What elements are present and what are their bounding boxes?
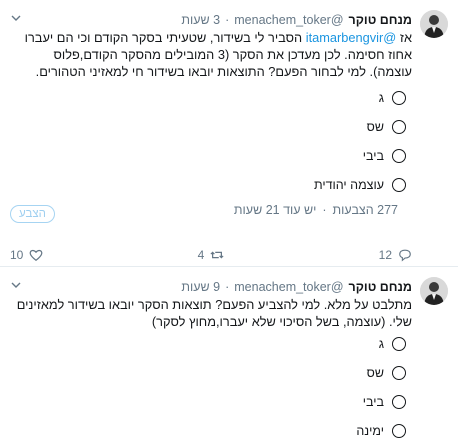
poll-option[interactable]: ג xyxy=(60,329,406,358)
tweet-header: מנחם טוקר @menachem_toker · 3 שעות xyxy=(10,12,412,28)
like-action[interactable]: 10 xyxy=(10,248,43,262)
tweet-actions: 10 4 12 xyxy=(10,246,412,264)
timestamp[interactable]: 9 שעות xyxy=(181,280,220,294)
chevron-down-icon[interactable] xyxy=(10,279,22,291)
tweet-text: אז @itamarbengvir הסביר לי בשידור, שטעית… xyxy=(10,29,412,80)
poll-option-label: ביבי xyxy=(362,394,384,409)
poll-option[interactable]: עוצמה יהודית xyxy=(60,170,406,199)
poll-option[interactable]: ביבי xyxy=(60,387,406,416)
retweet-icon[interactable] xyxy=(210,248,224,262)
poll-option[interactable]: שס xyxy=(60,358,406,387)
poll-option[interactable]: ביבי xyxy=(60,141,406,170)
radio-button[interactable] xyxy=(392,336,406,351)
poll-votes: 277 הצבעות xyxy=(332,203,398,217)
poll-option-label: שס xyxy=(366,119,384,134)
retweet-count: 4 xyxy=(197,248,205,262)
poll-option[interactable]: שס xyxy=(60,112,406,141)
poll-option-label: ג xyxy=(378,336,384,351)
author-handle[interactable]: @menachem_toker xyxy=(234,280,343,294)
reply-count: 12 xyxy=(378,248,392,262)
heart-icon[interactable] xyxy=(29,248,43,262)
radio-button[interactable] xyxy=(392,119,406,134)
like-count: 10 xyxy=(10,248,24,262)
poll-option-label: ימינה xyxy=(356,423,384,438)
tweet[interactable]: מנחם טוקר @menachem_toker · 3 שעות אז @i… xyxy=(0,0,458,267)
avatar[interactable] xyxy=(420,10,448,38)
poll-option-label: עוצמה יהודית xyxy=(313,177,384,192)
tweet-text: מתלבט על מלא. למי להצביע הפעם? תוצאות הס… xyxy=(16,297,412,329)
vote-button[interactable]: הצבע xyxy=(10,205,55,223)
poll-meta: 277 הצבעות · יש עוד 21 שעות xyxy=(10,203,398,217)
tweet-text-start: אז xyxy=(396,30,412,45)
tweet-header: מנחם טוקר @menachem_toker · 9 שעות xyxy=(10,279,412,295)
poll: ג שס ביבי ימינה xyxy=(60,329,406,445)
reply-icon[interactable] xyxy=(398,248,412,262)
poll-time-left: יש עוד 21 שעות xyxy=(233,203,317,217)
author-name[interactable]: מנחם טוקר xyxy=(349,280,412,294)
poll-option[interactable]: ימינה xyxy=(60,416,406,445)
poll-option-label: שס xyxy=(366,365,384,380)
radio-button[interactable] xyxy=(392,90,406,105)
chevron-down-icon[interactable] xyxy=(10,12,22,24)
radio-button[interactable] xyxy=(392,365,406,380)
radio-button[interactable] xyxy=(392,423,406,438)
separator-dot: · xyxy=(225,280,230,294)
separator-dot: · xyxy=(225,13,230,27)
radio-button[interactable] xyxy=(392,394,406,409)
mention-link[interactable]: @itamarbengvir xyxy=(306,30,397,45)
reply-action[interactable]: 12 xyxy=(379,248,412,262)
tweet[interactable]: מנחם טוקר @menachem_toker · 9 שעות מתלבט… xyxy=(0,267,458,444)
retweet-action[interactable]: 4 xyxy=(198,248,225,262)
radio-button[interactable] xyxy=(392,177,406,192)
separator-dot: · xyxy=(322,203,327,217)
radio-button[interactable] xyxy=(392,148,406,163)
poll-option-label: ג xyxy=(378,90,384,105)
poll-option[interactable]: ג xyxy=(60,83,406,112)
author-name[interactable]: מנחם טוקר xyxy=(349,13,412,27)
avatar[interactable] xyxy=(420,277,448,305)
poll-option-label: ביבי xyxy=(362,148,384,163)
timestamp[interactable]: 3 שעות xyxy=(181,13,220,27)
poll: ג שס ביבי עוצמה יהודית xyxy=(60,83,406,199)
author-handle[interactable]: @menachem_toker xyxy=(234,13,343,27)
